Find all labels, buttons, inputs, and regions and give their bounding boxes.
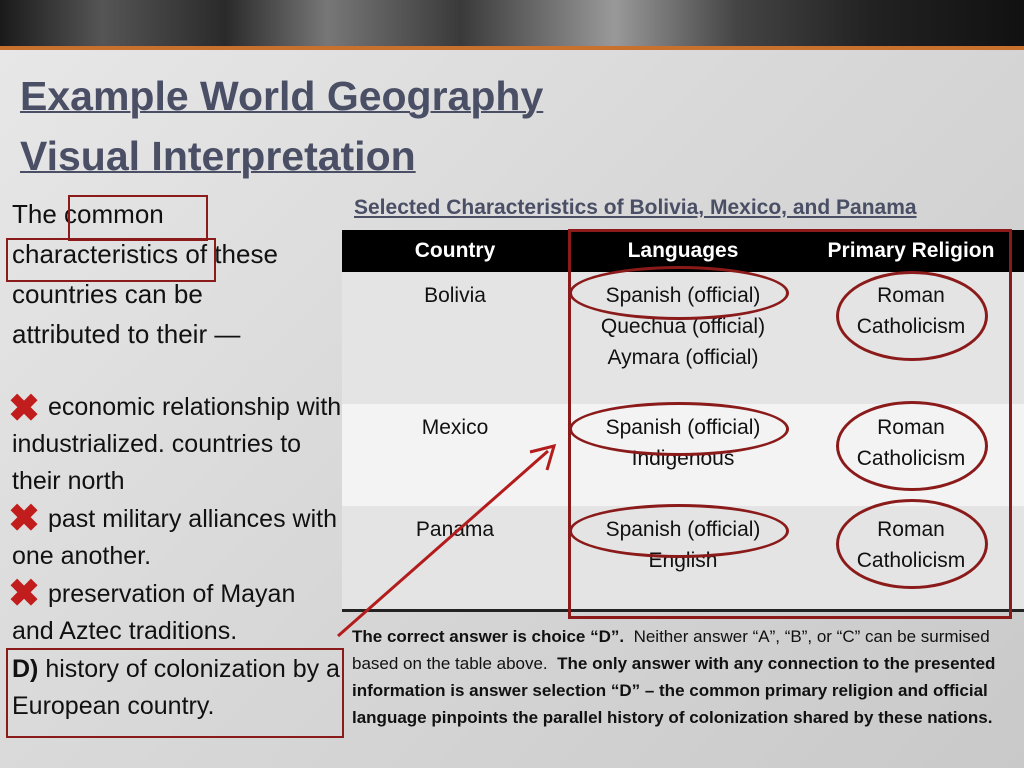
header-banner-image (0, 0, 1024, 46)
wrong-x-icon-c: ✖ (8, 573, 40, 615)
spanish-oval-panama (569, 504, 789, 558)
option-a-text: economic relationship with industrialize… (12, 393, 342, 495)
option-c-text: preservation of Mayan and Aztec traditio… (12, 580, 296, 645)
cell-country: Panama (342, 506, 568, 612)
spanish-oval-mexico (569, 402, 789, 456)
title-line-2: Visual Interpretation (20, 133, 416, 179)
table-title: Selected Characteristics of Bolivia, Mex… (354, 196, 917, 219)
title-line-1: Example World Geography (20, 73, 544, 119)
option-b: past military alliances with one another… (12, 501, 342, 575)
question-rest-2: countries can be (12, 279, 203, 309)
option-b-text: past military alliances with one another… (12, 505, 337, 570)
wrong-x-icon-a: ✖ (8, 388, 40, 430)
cell-country: Mexico (342, 404, 568, 506)
religion-oval-bolivia (836, 271, 988, 361)
answer-bold-intro: The correct answer is choice “D”. (352, 627, 625, 646)
option-a: economic relationship with industrialize… (12, 389, 342, 500)
religion-oval-mexico (836, 401, 988, 491)
option-c: preservation of Mayan and Aztec traditio… (12, 576, 342, 650)
banner-accent-stripe (0, 46, 1024, 50)
cell-country: Bolivia (342, 272, 568, 404)
spanish-oval-bolivia (569, 266, 789, 320)
question-word-the: The (12, 199, 57, 229)
wrong-x-icon-b: ✖ (8, 498, 40, 540)
header-country: Country (342, 230, 568, 272)
slide-title: Example World Geography Visual Interpret… (20, 66, 543, 186)
religion-oval-panama (836, 499, 988, 589)
answer-explanation: The correct answer is choice “D”. Neithe… (352, 623, 1012, 731)
question-rest-3: attributed to their — (12, 319, 241, 349)
answer-d-highlight-box (6, 648, 344, 738)
highlight-box-common (68, 195, 208, 241)
highlight-box-characteristics (6, 238, 216, 282)
